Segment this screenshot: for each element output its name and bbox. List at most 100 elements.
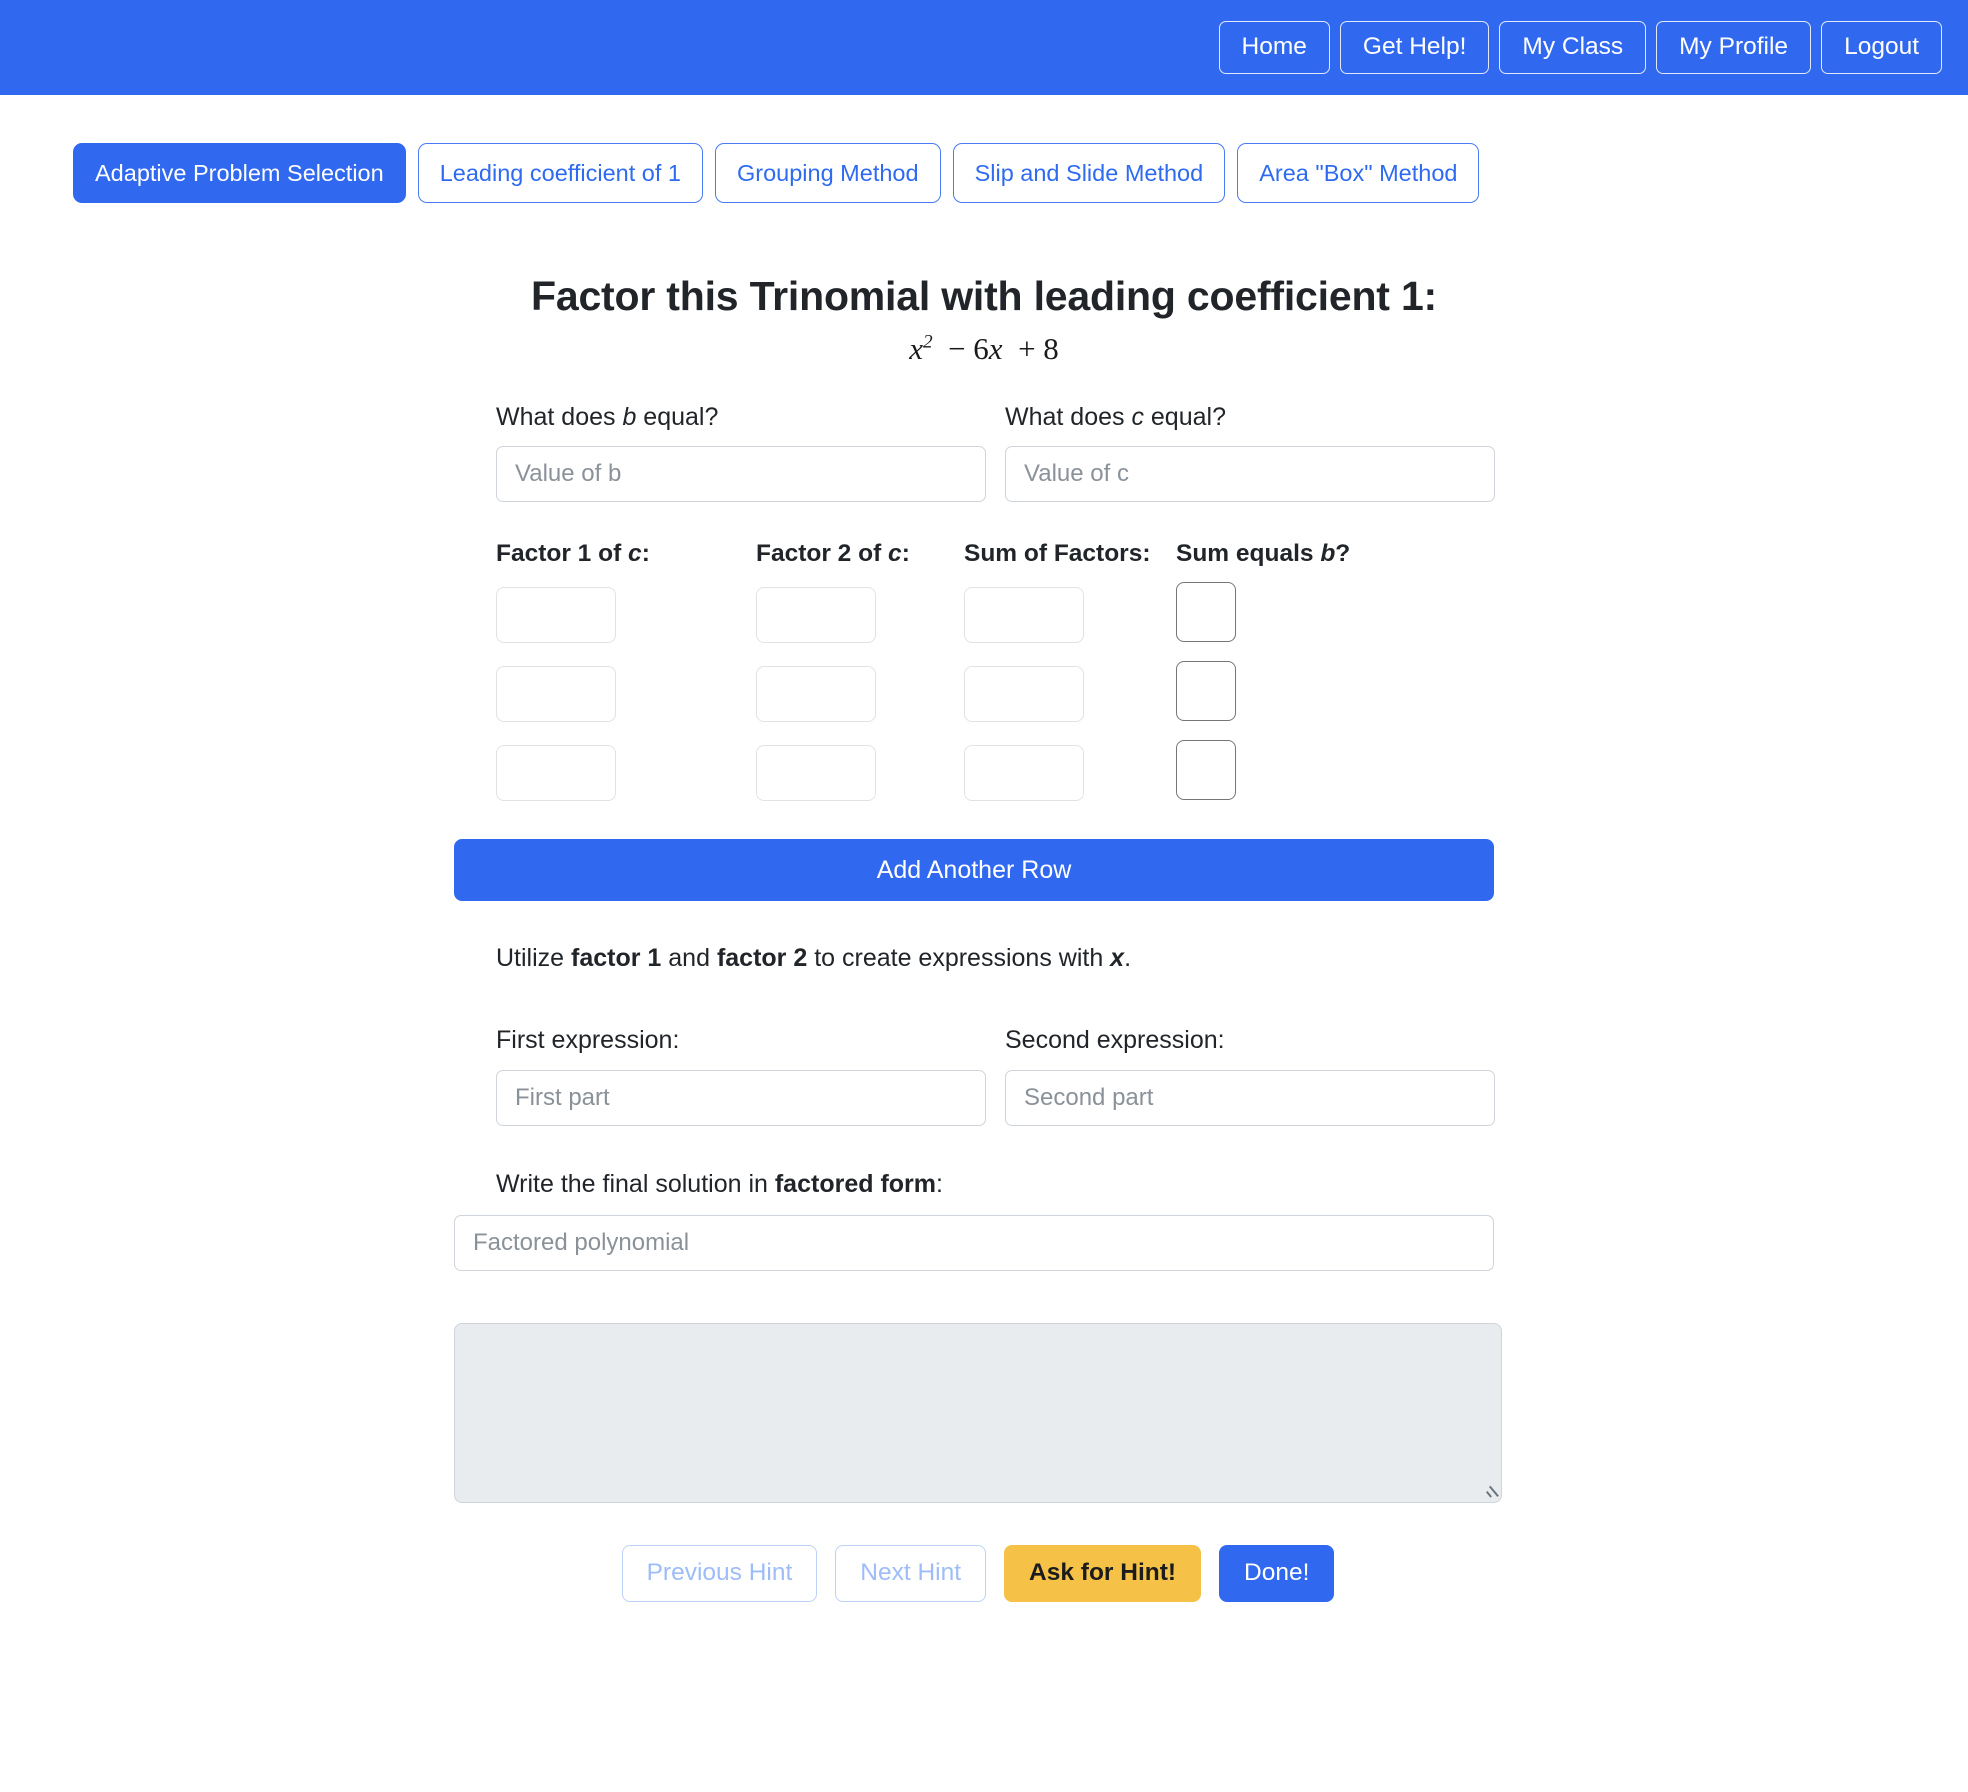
hint-box-holder [454,1322,1502,1503]
top-navbar: Home Get Help! My Class My Profile Logou… [0,0,1968,95]
expression-exponent: 2 [922,331,933,353]
cell-factor-2 [756,665,964,722]
header-sum-equals-post: ? [1335,540,1351,568]
cell-factor-1 [496,665,756,722]
expression-base: x [909,330,923,366]
first-expression-group: First expression: [496,1024,1005,1126]
tab-slip-and-slide-method[interactable]: Slip and Slide Method [952,143,1226,204]
sum-input-row-1[interactable] [964,586,1084,643]
cell-sum [964,665,1176,722]
trinomial-expression: x2 − 6x + 8 [454,331,1514,367]
c-value-input[interactable] [1005,446,1495,503]
header-factor-2-pre: Factor 2 of [756,540,889,568]
table-row [496,661,1514,726]
method-tab-bar: Adaptive Problem Selection Leading coeff… [0,95,1968,204]
cell-sum-equals-b [1176,661,1356,726]
c-label-pre: What does [1005,402,1132,431]
factored-form-label: Write the final solution in factored for… [496,1170,1514,1199]
utilize-factor-1: factor 1 [571,944,662,973]
factored-label-pre: Write the final solution in [496,1169,775,1198]
factor-2-input-row-3[interactable] [756,744,876,801]
tab-adaptive-problem-selection[interactable]: Adaptive Problem Selection [73,143,406,204]
worksheet-form: What does b equal? What does c equal? Fa… [454,401,1514,1602]
b-question-group: What does b equal? [496,401,1005,503]
hint-area-wrapper [454,1322,1514,1503]
factor-table-header-row: Factor 1 of c: Factor 2 of c: Sum of Fac… [496,540,1514,568]
factor-1-input-row-2[interactable] [496,665,616,722]
nav-button-logout[interactable]: Logout [1821,21,1942,74]
utilize-mid: and [661,944,717,973]
second-expression-group: Second expression: [1005,1024,1514,1126]
first-expression-label: First expression: [496,1026,680,1055]
factor-2-input-row-2[interactable] [756,665,876,722]
utilize-instruction: Utilize factor 1 and factor 2 to create … [496,941,1514,976]
add-another-row-button[interactable]: Add Another Row [454,839,1494,902]
hint-action-buttons: Previous Hint Next Hint Ask for Hint! Do… [454,1544,1502,1602]
expression-constant-term: + 8 [1010,330,1059,366]
tab-leading-coefficient-of-1[interactable]: Leading coefficient of 1 [417,143,703,204]
utilize-post: to create expressions with [807,944,1111,973]
header-factor-1: Factor 1 of c: [496,540,756,568]
header-factor-1-var: c [628,540,642,568]
cell-sum-equals-b [1176,582,1356,647]
next-hint-button[interactable]: Next Hint [835,1544,987,1602]
table-row [496,582,1514,647]
problem-panel: Factor this Trinomial with leading coeff… [454,203,1514,1602]
header-sum-of-factors: Sum of Factors: [964,540,1176,568]
header-sum-pre: Sum of Factors: [964,540,1151,568]
header-sum-equals-b: Sum equals b? [1176,540,1356,568]
utilize-factor-2: factor 2 [716,944,808,973]
nav-button-my-class[interactable]: My Class [1499,21,1647,74]
table-row [496,740,1514,805]
factor-1-input-row-3[interactable] [496,744,616,801]
c-label-post: equal? [1143,402,1226,431]
header-sum-equals-pre: Sum equals [1176,540,1321,568]
previous-hint-button[interactable]: Previous Hint [621,1544,818,1602]
utilize-pre: Utilize [496,944,572,973]
factored-label-bold: factored form [774,1169,936,1198]
cell-sum [964,586,1176,643]
done-button[interactable]: Done! [1219,1544,1335,1602]
factored-form-group: Write the final solution in factored for… [454,1170,1514,1271]
cell-factor-2 [756,744,964,801]
c-label-var: c [1131,402,1144,431]
factored-polynomial-input[interactable] [454,1214,1494,1271]
sum-equals-b-checkbox-row-3[interactable] [1176,740,1236,801]
c-question-label: What does c equal? [1005,401,1514,434]
header-factor-1-post: : [641,540,650,568]
nav-button-home[interactable]: Home [1218,21,1330,74]
cell-sum [964,744,1176,801]
hint-display-textarea[interactable] [454,1322,1502,1503]
b-label-var: b [622,402,637,431]
cell-factor-1 [496,586,756,643]
header-factor-2-post: : [901,540,910,568]
b-label-post: equal? [636,402,719,431]
sum-input-row-3[interactable] [964,744,1084,801]
expressions-row: First expression: Second expression: [496,1024,1514,1126]
factor-1-input-row-1[interactable] [496,586,616,643]
cell-sum-equals-b [1176,740,1356,805]
first-expression-input[interactable] [496,1069,986,1126]
second-expression-input[interactable] [1005,1069,1495,1126]
factor-2-input-row-1[interactable] [756,586,876,643]
tab-area-box-method[interactable]: Area "Box" Method [1237,143,1480,204]
sum-equals-b-checkbox-row-2[interactable] [1176,661,1236,722]
header-factor-2: Factor 2 of c: [756,540,964,568]
second-expression-label: Second expression: [1005,1026,1225,1055]
sum-equals-b-checkbox-row-1[interactable] [1176,582,1236,643]
page-title: Factor this Trinomial with leading coeff… [531,273,1437,320]
factor-table: Factor 1 of c: Factor 2 of c: Sum of Fac… [496,540,1514,805]
b-question-label: What does b equal? [496,401,1005,434]
nav-button-my-profile[interactable]: My Profile [1656,21,1812,74]
c-question-group: What does c equal? [1005,401,1514,503]
sum-input-row-2[interactable] [964,665,1084,722]
tab-grouping-method[interactable]: Grouping Method [714,143,941,204]
b-value-input[interactable] [496,446,986,503]
nav-button-get-help[interactable]: Get Help! [1339,21,1490,74]
ask-for-hint-button[interactable]: Ask for Hint! [1004,1544,1202,1602]
header-factor-2-var: c [888,540,902,568]
header-sum-equals-var: b [1320,540,1336,568]
b-label-pre: What does [496,402,623,431]
header-factor-1-pre: Factor 1 of [496,540,629,568]
coefficient-questions-row: What does b equal? What does c equal? [496,401,1514,503]
